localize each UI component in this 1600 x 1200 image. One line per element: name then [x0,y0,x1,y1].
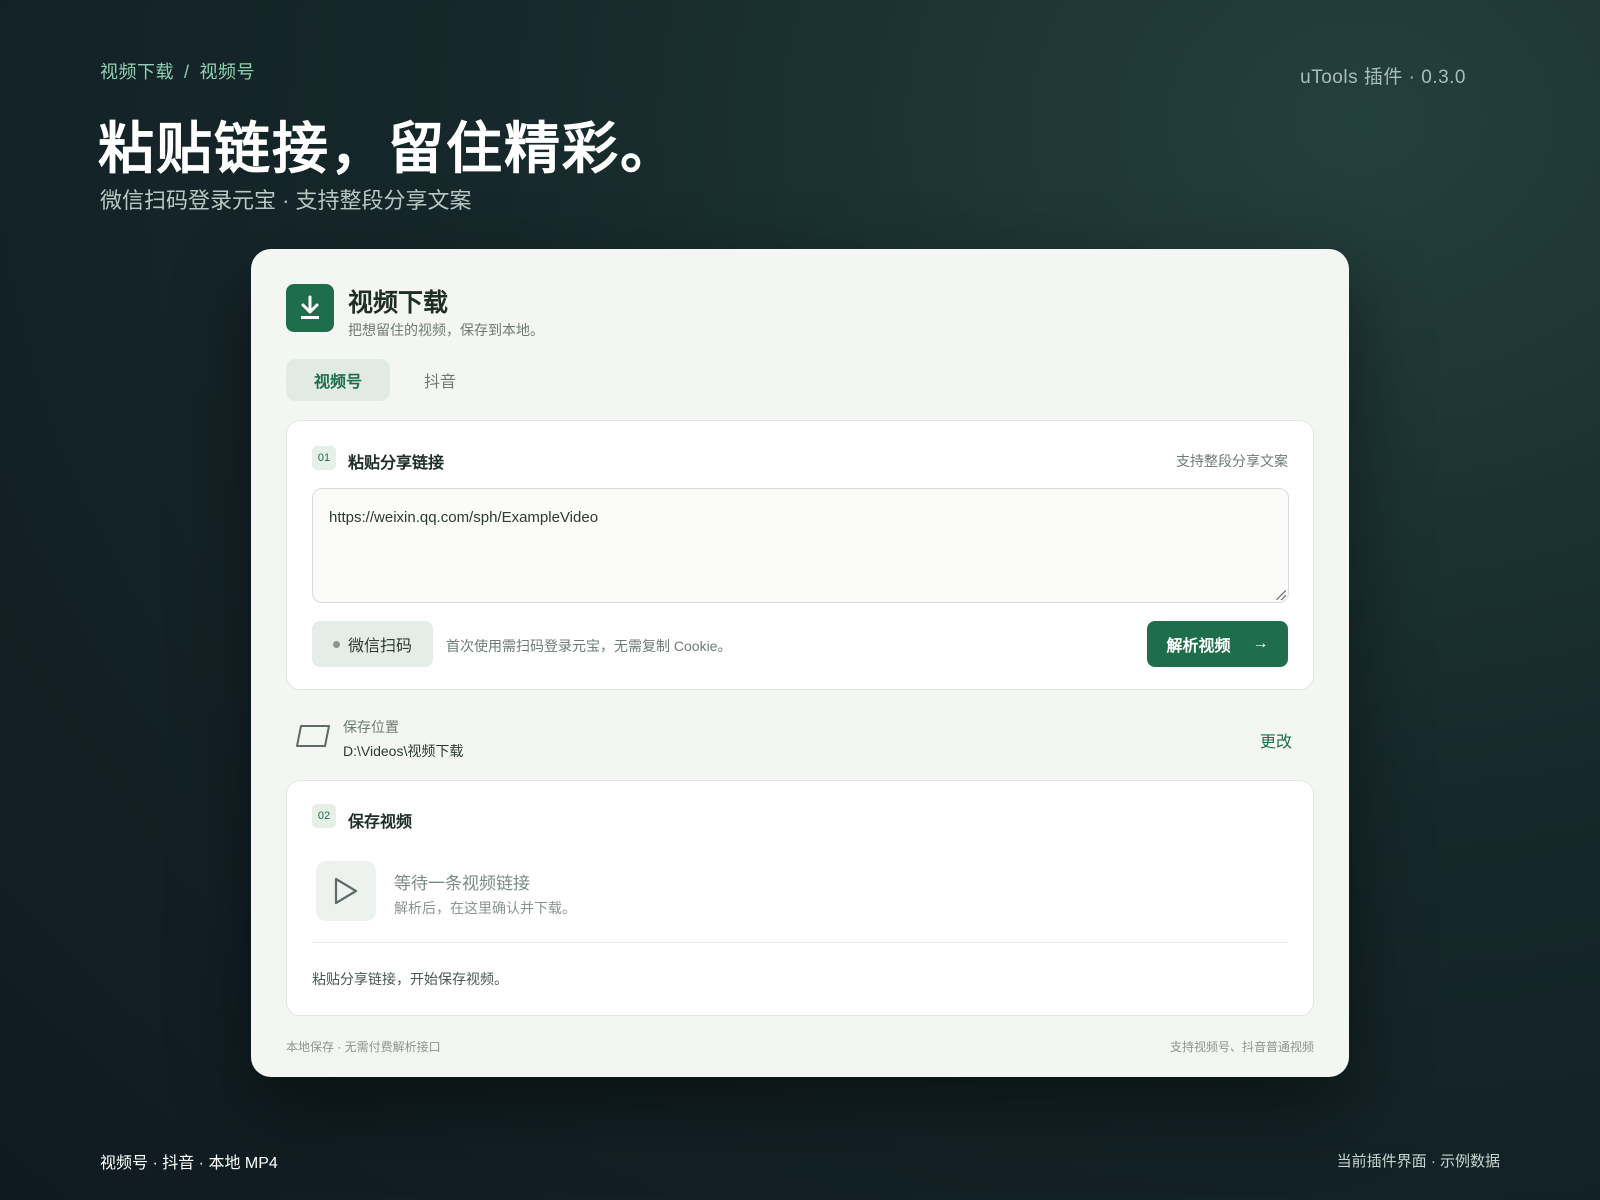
paste-hint: 支持整段分享文案 [1176,453,1288,469]
page-subtitle: 微信扫码登录元宝 · 支持整段分享文案 [100,188,472,213]
waiting-subtitle: 解析后，在这里确认并下载。 [394,900,576,916]
breadcrumb-separator: / [184,62,190,82]
step-number-badge: 02 [312,804,336,828]
share-link-textarea[interactable]: https://weixin.qq.com/sph/ExampleVideo [312,488,1289,603]
app-title: 视频下载 [348,289,449,317]
resize-grip-icon[interactable] [1276,590,1286,600]
parse-video-button[interactable]: 解析视频 → [1147,621,1288,667]
paste-link-panel: 01 粘贴分享链接 支持整段分享文案 https://weixin.qq.com… [286,420,1314,690]
arrow-right-icon: → [1252,635,1269,652]
play-icon [316,861,376,921]
step-title: 粘贴分享链接 [348,455,445,472]
wechat-scan-label: 微信扫码 [347,638,412,655]
app-subtitle: 把想留住的视频，保存到本地。 [348,322,544,338]
divider [312,942,1288,943]
step-title: 保存视频 [348,814,413,831]
page-footer-left: 视频号 · 抖音 · 本地 MP4 [100,1155,278,1172]
breadcrumb: 视频下载 / 视频号 [100,58,255,84]
platform-tabs: 视频号 抖音 [286,359,490,401]
change-location-link[interactable]: 更改 [1260,728,1292,752]
page-title: 粘贴链接，留住精彩。 [98,117,678,180]
version-label: uTools 插件 · 0.3.0 [1300,67,1466,88]
scan-note: 首次使用需扫码登录元宝，无需复制 Cookie。 [446,638,732,654]
download-icon [286,284,334,332]
share-link-value: https://weixin.qq.com/sph/ExampleVideo [329,509,599,526]
status-message: 粘贴分享链接，开始保存视频。 [312,971,508,987]
status-dot-icon [332,640,340,648]
save-location-row: 保存位置 D:\Videos\视频下载 更改 [286,709,1314,765]
plugin-card: 视频下载 把想留住的视频，保存到本地。 视频号 抖音 01 粘贴分享链接 支持整… [251,249,1349,1077]
waiting-title: 等待一条视频链接 [394,874,530,893]
step-number-badge: 01 [312,446,336,470]
tab-douyin[interactable]: 抖音 [390,359,490,401]
breadcrumb-item-channels[interactable]: 视频号 [200,62,256,82]
folder-icon [296,724,330,753]
save-location-label: 保存位置 [343,719,399,735]
breadcrumb-item-video-download[interactable]: 视频下载 [100,62,174,82]
card-footer-right: 支持视频号、抖音普通视频 [1169,1040,1314,1054]
save-location-path: D:\Videos\视频下载 [343,743,464,759]
wechat-scan-button[interactable]: 微信扫码 [312,621,433,667]
page-footer-right: 当前插件界面 · 示例数据 [1336,1153,1500,1170]
card-footer-left: 本地保存 · 无需付费解析接口 [286,1040,441,1054]
tab-channels[interactable]: 视频号 [286,359,390,401]
parse-video-label: 解析视频 [1166,638,1231,655]
save-video-panel: 02 保存视频 等待一条视频链接 解析后，在这里确认并下载。 粘贴分享链接，开始… [286,780,1314,1016]
